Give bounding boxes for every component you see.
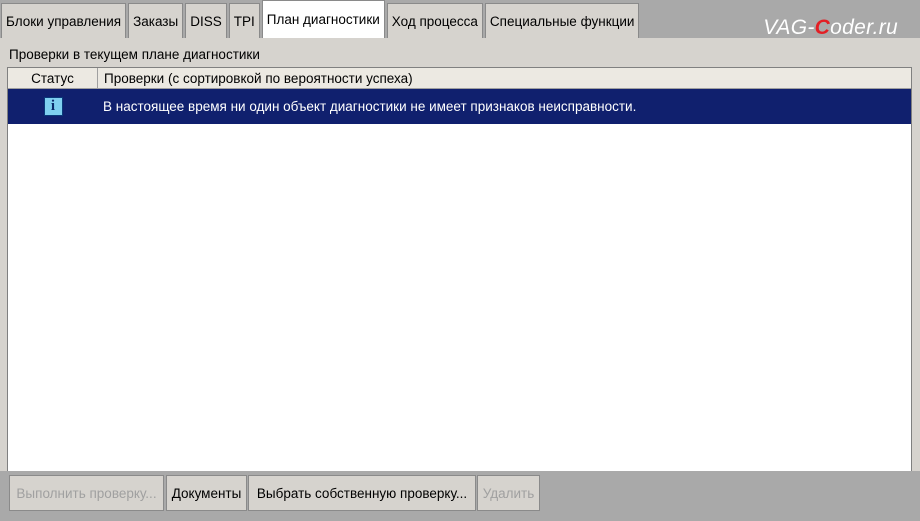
delete-button[interactable]: Удалить — [477, 475, 540, 511]
tab-orders[interactable]: Заказы — [128, 3, 184, 38]
section-title: Проверки в текущем плане диагностики — [9, 47, 260, 62]
status-cell: i — [8, 97, 98, 116]
tab-diagnostic-plan[interactable]: План диагностики — [261, 0, 385, 38]
tab-special-functions[interactable]: Специальные функции — [484, 3, 640, 38]
table-row[interactable]: i В настоящее время ни один объект диагн… — [8, 89, 911, 124]
check-description: В настоящее время ни один объект диагнос… — [103, 99, 637, 114]
column-header-status[interactable]: Статус — [8, 68, 98, 88]
checks-table: Статус Проверки (с сортировкой по вероят… — [7, 67, 912, 472]
run-check-button[interactable]: Выполнить проверку... — [9, 475, 164, 511]
watermark-prefix: VAG- — [763, 16, 815, 39]
documents-button[interactable]: Документы — [166, 475, 247, 511]
table-header: Статус Проверки (с сортировкой по вероят… — [8, 68, 911, 89]
info-icon: i — [43, 97, 63, 116]
info-icon-glyph: i — [50, 98, 56, 114]
choose-own-check-button[interactable]: Выбрать собственную проверку... — [248, 475, 476, 511]
tab-diss[interactable]: DISS — [185, 3, 227, 38]
watermark-logo: VAG-Coder.ru — [763, 16, 898, 40]
watermark-suffix: oder.ru — [830, 16, 898, 39]
button-bar: Выполнить проверку... Документы Выбрать … — [0, 471, 920, 521]
diagnostic-plan-panel: Проверки в текущем плане диагностики Ста… — [0, 38, 920, 521]
watermark-highlight: C — [814, 16, 831, 39]
tab-tpi[interactable]: TPI — [228, 3, 260, 38]
column-header-checks[interactable]: Проверки (с сортировкой по вероятности у… — [98, 68, 911, 88]
tab-control-units[interactable]: Блоки управления — [1, 3, 127, 38]
tab-process-progress[interactable]: Ход процесса — [386, 3, 483, 38]
